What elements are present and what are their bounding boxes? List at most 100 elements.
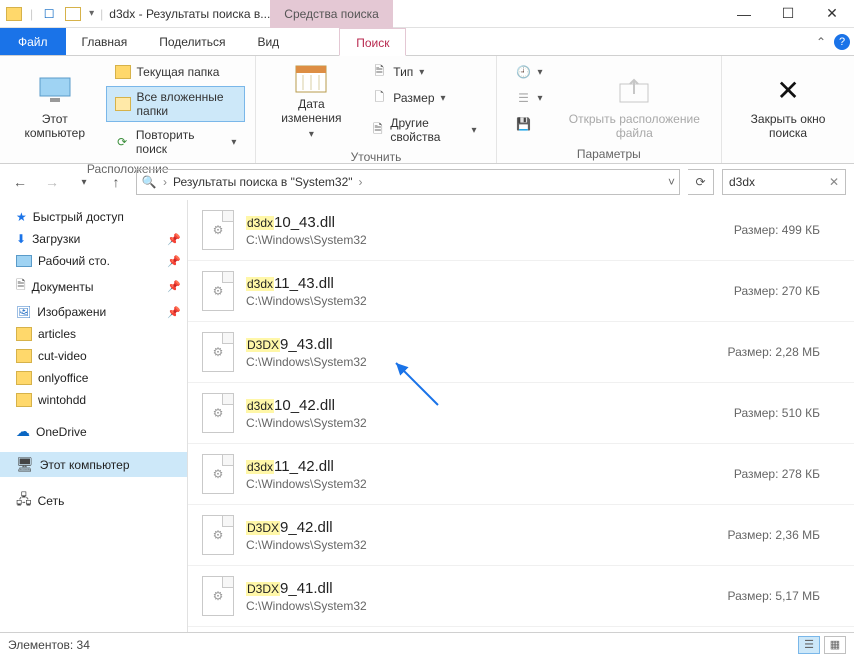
list-item[interactable]: ⚙ D3DX9_42.dll C:\Windows\System32 Разме… [188, 505, 854, 566]
type-label: Тип [393, 65, 413, 79]
recent-searches-button[interactable]: 🕘 [507, 60, 552, 84]
open-location-icon [618, 72, 650, 108]
search-box[interactable]: d3dx ✕ [722, 169, 846, 195]
sidebar-item-onlyoffice[interactable]: onlyoffice [0, 367, 187, 389]
ribbon: Этот компьютер Текущая папка Все вложенн… [0, 56, 854, 164]
sidebar-item-label: OneDrive [36, 425, 87, 439]
sidebar-item-quick-access[interactable]: ★Быстрый доступ [0, 206, 187, 228]
all-subfolders-label: Все вложенные папки [137, 90, 237, 118]
folder-icon [16, 349, 32, 363]
body: ★Быстрый доступ ⬇Загрузки📌 Рабочий сто.📌… [0, 200, 854, 632]
help-icon[interactable]: ? [834, 34, 850, 50]
tab-share[interactable]: Поделиться [143, 28, 241, 55]
back-button[interactable]: ← [8, 170, 32, 194]
list-item[interactable]: ⚙ d3dx11_42.dll C:\Windows\System32 Разм… [188, 444, 854, 505]
status-count: Элементов: 34 [8, 638, 90, 652]
close-search-button[interactable]: ✕ Закрыть окно поиска [732, 60, 844, 140]
address-dropdown-icon[interactable]: ˅ [668, 175, 675, 189]
close-button[interactable]: ✕ [810, 0, 854, 28]
properties-icon: 🗎 [371, 122, 384, 138]
sidebar-item-documents[interactable]: 🗎Документы📌 [0, 272, 187, 301]
search-again-label: Повторить поиск [136, 128, 226, 156]
file-path: C:\Windows\System32 [246, 538, 367, 552]
address-bar[interactable]: 🔍 › Результаты поиска в "System32" › ˅ [136, 169, 680, 195]
file-name: D3DX9_41.dll [246, 580, 367, 597]
folder-icon [6, 6, 22, 22]
close-search-label: Закрыть окно поиска [738, 112, 838, 140]
status-bar: Элементов: 34 ☰ ▦ [0, 632, 854, 656]
ribbon-group-close: ✕ Закрыть окно поиска [722, 56, 854, 163]
sidebar-item-label: articles [38, 327, 76, 341]
forward-button[interactable]: → [40, 170, 64, 194]
date-modified-button[interactable]: Дата изменения [266, 60, 356, 140]
size-button[interactable]: 🗋 Размер [362, 86, 485, 110]
sidebar-item-label: Этот компьютер [40, 458, 130, 472]
collapse-ribbon-icon[interactable]: ⌃ [816, 35, 826, 49]
open-location-label: Открыть расположение файла [564, 112, 706, 140]
new-folder-icon[interactable] [65, 6, 81, 22]
this-pc-button[interactable]: Этот компьютер [10, 60, 100, 140]
minimize-button[interactable]: — [722, 0, 766, 28]
file-path: C:\Windows\System32 [246, 233, 367, 247]
file-path: C:\Windows\System32 [246, 477, 367, 491]
sidebar-item-downloads[interactable]: ⬇Загрузки📌 [0, 228, 187, 250]
list-item[interactable]: ⚙ D3DX9_43.dll C:\Windows\System32 Разме… [188, 322, 854, 383]
group-label-refine: Уточнить [266, 148, 485, 164]
list-item[interactable]: ⚙ D3DX9_41.dll C:\Windows\System32 Разме… [188, 566, 854, 627]
folder-icon [115, 64, 131, 80]
file-name: D3DX9_42.dll [246, 519, 367, 536]
search-query: d3dx [729, 175, 755, 189]
sidebar-item-label: Сеть [38, 494, 65, 508]
sidebar-item-thispc[interactable]: 🖥Этот компьютер [0, 452, 187, 477]
folder-icon [16, 371, 32, 385]
save-search-button[interactable]: 💾 [507, 112, 552, 136]
view-details-button[interactable]: ☰ [798, 636, 820, 654]
ribbon-group-refine: Дата изменения 🗎 Тип 🗋 Размер 🗎 Другие с… [256, 56, 496, 163]
recent-dropdown[interactable]: ▾ [72, 170, 96, 194]
tab-file[interactable]: Файл [0, 28, 66, 55]
dll-file-icon: ⚙ [202, 576, 234, 616]
clock-icon: 🕘 [516, 64, 532, 80]
window-title: d3dx - Результаты поиска в... [103, 7, 270, 21]
search-results-list[interactable]: ⚙ d3dx10_43.dll C:\Windows\System32 Разм… [188, 200, 854, 632]
clear-search-icon[interactable]: ✕ [829, 175, 839, 189]
sidebar[interactable]: ★Быстрый доступ ⬇Загрузки📌 Рабочий сто.📌… [0, 200, 188, 632]
dll-file-icon: ⚙ [202, 393, 234, 433]
dll-file-icon: ⚙ [202, 332, 234, 372]
up-button[interactable]: ↑ [104, 170, 128, 194]
tab-view[interactable]: Вид [241, 28, 295, 55]
sidebar-item-desktop[interactable]: Рабочий сто.📌 [0, 250, 187, 272]
properties-icon[interactable]: ☐ [41, 6, 57, 22]
sidebar-item-cutvideo[interactable]: cut-video [0, 345, 187, 367]
list-item[interactable]: ⚙ d3dx11_43.dll C:\Windows\System32 Разм… [188, 261, 854, 322]
type-button[interactable]: 🗎 Тип [362, 60, 485, 84]
advanced-options-button[interactable]: ☰ [507, 86, 552, 110]
qat-dropdown-icon[interactable]: ▾ [89, 8, 94, 19]
file-size: Размер: 510 КБ [734, 406, 840, 420]
tab-home[interactable]: Главная [66, 28, 144, 55]
file-name: d3dx11_43.dll [246, 275, 367, 292]
current-folder-button[interactable]: Текущая папка [106, 60, 246, 84]
other-props-button[interactable]: 🗎 Другие свойства [362, 112, 485, 148]
list-item[interactable]: ⚙ d3dx10_43.dll C:\Windows\System32 Разм… [188, 200, 854, 261]
maximize-button[interactable]: ☐ [766, 0, 810, 28]
search-again-button[interactable]: ⟳ Повторить поиск [106, 124, 246, 160]
file-path: C:\Windows\System32 [246, 599, 367, 613]
pin-icon: 📌 [167, 306, 181, 319]
current-folder-label: Текущая папка [137, 65, 220, 79]
file-path: C:\Windows\System32 [246, 294, 367, 308]
sidebar-item-pictures[interactable]: 🖼Изображени📌 [0, 301, 187, 323]
sidebar-item-network[interactable]: 🖧Сеть [0, 485, 187, 517]
file-size: Размер: 270 КБ [734, 284, 840, 298]
sidebar-item-onedrive[interactable]: ☁OneDrive [0, 419, 187, 444]
all-subfolders-button[interactable]: Все вложенные папки [106, 86, 246, 122]
list-item[interactable]: ⚙ d3dx10_42.dll C:\Windows\System32 Разм… [188, 383, 854, 444]
sidebar-item-wintohdd[interactable]: wintohdd [0, 389, 187, 411]
view-icons-button[interactable]: ▦ [824, 636, 846, 654]
sidebar-item-articles[interactable]: articles [0, 323, 187, 345]
tab-search[interactable]: Поиск [339, 28, 406, 56]
contextual-tab-header: Средства поиска [270, 0, 393, 28]
desktop-icon [16, 255, 32, 267]
refresh-button[interactable]: ⟳ [688, 169, 714, 195]
breadcrumb[interactable]: Результаты поиска в "System32" [173, 175, 353, 189]
